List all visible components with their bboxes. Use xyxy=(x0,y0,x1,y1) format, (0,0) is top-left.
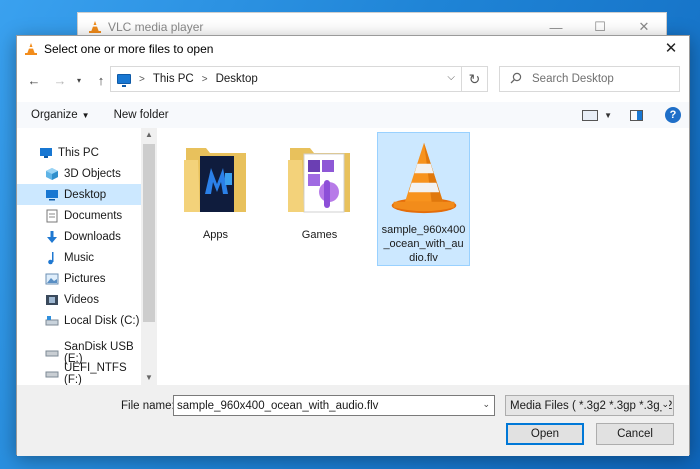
scroll-down-icon[interactable]: ▼ xyxy=(141,371,157,385)
nav-item-sandisk-usb[interactable]: SanDisk USB (E:) xyxy=(17,341,141,365)
chevron-down-icon[interactable]: ⌄ xyxy=(482,399,490,410)
recent-locations-button[interactable]: ▾ xyxy=(69,70,89,90)
nav-item-documents[interactable]: Documents xyxy=(17,205,141,226)
nav-item-downloads[interactable]: Downloads xyxy=(17,226,141,247)
nav-item-pictures[interactable]: Pictures xyxy=(17,268,141,289)
file-name-field[interactable]: ⌄ xyxy=(173,395,495,416)
pc-icon xyxy=(117,74,131,87)
dialog-title-bar: Select one or more files to open ✕ xyxy=(17,36,689,62)
nav-item-3d-objects[interactable]: 3D Objects xyxy=(17,163,141,184)
file-type-filter[interactable]: Media Files ( *.3g2 *.3gp *.3gp2 ⌄ xyxy=(505,395,674,416)
breadcrumb-this-pc[interactable]: This PC xyxy=(153,73,194,85)
folder-apps-icon xyxy=(183,148,246,212)
nav-label: Local Disk (C:) xyxy=(64,314,140,327)
background-window-title-text: VLC media player xyxy=(108,20,204,34)
nav-item-music[interactable]: Music xyxy=(17,247,141,268)
pictures-icon xyxy=(45,272,59,286)
documents-icon xyxy=(45,209,59,223)
help-icon[interactable]: ? xyxy=(665,107,681,123)
organize-label: Organize xyxy=(31,109,78,121)
new-folder-button[interactable]: New folder xyxy=(114,109,169,121)
file-item-apps[interactable]: Apps xyxy=(169,132,262,266)
navigation-pane: This PC 3D Objects Desktop Documents Dow… xyxy=(17,128,157,385)
vlc-cone-icon xyxy=(25,43,37,55)
nav-label: 3D Objects xyxy=(64,167,121,180)
downloads-icon xyxy=(45,230,59,244)
file-item-games[interactable]: Games xyxy=(273,132,366,266)
arrow-right-icon: → xyxy=(53,72,67,88)
cancel-button[interactable]: Cancel xyxy=(596,423,674,445)
arrow-up-icon: ↑ xyxy=(97,72,105,88)
nav-item-this-pc[interactable]: This PC xyxy=(17,142,141,163)
chevron-right-icon: > xyxy=(201,73,208,85)
desktop-icon xyxy=(45,188,59,202)
nav-label: Pictures xyxy=(64,272,106,285)
forward-button[interactable]: → xyxy=(50,70,70,90)
nav-label: Music xyxy=(64,251,95,264)
up-button[interactable]: ↑ xyxy=(91,70,111,90)
open-file-dialog: Select one or more files to open ✕ ← → ▾… xyxy=(16,35,690,456)
pc-icon xyxy=(39,146,53,160)
nav-label: Desktop xyxy=(64,188,107,201)
dialog-title: Select one or more files to open xyxy=(44,42,214,56)
arrow-left-icon: ← xyxy=(27,72,41,88)
back-button[interactable]: ← xyxy=(24,70,44,90)
nav-label: Documents xyxy=(64,209,123,222)
cube-icon xyxy=(45,167,59,181)
chevron-right-icon: > xyxy=(139,73,145,85)
nav-item-desktop[interactable]: Desktop xyxy=(17,184,141,205)
scroll-up-icon[interactable]: ▲ xyxy=(141,128,157,142)
nav-label: This PC xyxy=(58,146,99,159)
command-toolbar: Organize ▼ New folder ▼ ? xyxy=(17,102,689,128)
refresh-button[interactable]: ↻ xyxy=(462,66,488,92)
vlc-cone-icon xyxy=(89,21,101,33)
chevron-down-icon: ⌄ xyxy=(659,399,669,410)
nav-label: Downloads xyxy=(64,230,121,243)
chevron-down-icon: ▾ xyxy=(76,75,81,85)
music-icon xyxy=(45,251,59,265)
usb-drive-icon xyxy=(45,346,59,360)
nav-item-local-disk[interactable]: Local Disk (C:) xyxy=(17,310,141,331)
background-window-title: VLC media player xyxy=(88,20,203,34)
drive-icon xyxy=(45,367,59,381)
view-options-caret-icon[interactable]: ▼ xyxy=(604,111,612,120)
file-label: Games xyxy=(301,229,338,241)
file-label: sample_960x400_ocean_with_audio.flv xyxy=(381,224,466,264)
dialog-bottom-bar: File name: ⌄ Media Files ( *.3g2 *.3gp *… xyxy=(17,385,689,456)
search-box[interactable] xyxy=(499,66,680,92)
file-label: Apps xyxy=(202,229,229,241)
folder-games-icon xyxy=(287,148,350,213)
search-icon xyxy=(510,72,522,87)
file-name-input[interactable] xyxy=(177,399,477,412)
local-disk-icon xyxy=(45,314,59,328)
breadcrumb-desktop[interactable]: Desktop xyxy=(216,73,258,85)
new-folder-label: New folder xyxy=(113,109,169,121)
vlc-cone-icon xyxy=(391,142,456,214)
nav-label: Videos xyxy=(64,293,99,306)
file-name-label: File name: xyxy=(121,400,175,412)
file-type-filter-value: Media Files ( *.3g2 *.3gp *.3gp2 xyxy=(510,399,673,412)
search-input[interactable] xyxy=(532,73,672,85)
address-bar[interactable]: > This PC > Desktop ⌵ xyxy=(110,66,462,92)
navigation-pane-scrollbar[interactable]: ▲ ▼ xyxy=(141,128,157,385)
nav-label: UEFI_NTFS (F:) xyxy=(64,361,127,386)
caret-down-icon: ▼ xyxy=(81,110,90,120)
refresh-icon: ↻ xyxy=(468,70,481,87)
file-item-sample-flv[interactable]: sample_960x400_ocean_with_audio.flv xyxy=(377,132,470,266)
open-button[interactable]: Open xyxy=(506,423,584,445)
nav-item-uefi-ntfs[interactable]: UEFI_NTFS (F:) xyxy=(17,361,141,386)
address-dropdown-icon[interactable]: ⌵ xyxy=(447,72,455,83)
dialog-close-button[interactable]: ✕ xyxy=(661,40,681,58)
scroll-thumb[interactable] xyxy=(143,144,155,322)
preview-pane-icon[interactable] xyxy=(630,109,643,121)
videos-icon xyxy=(45,293,59,307)
nav-item-videos[interactable]: Videos xyxy=(17,289,141,310)
organize-button[interactable]: Organize ▼ xyxy=(31,109,90,121)
change-view-icon[interactable] xyxy=(582,109,599,121)
